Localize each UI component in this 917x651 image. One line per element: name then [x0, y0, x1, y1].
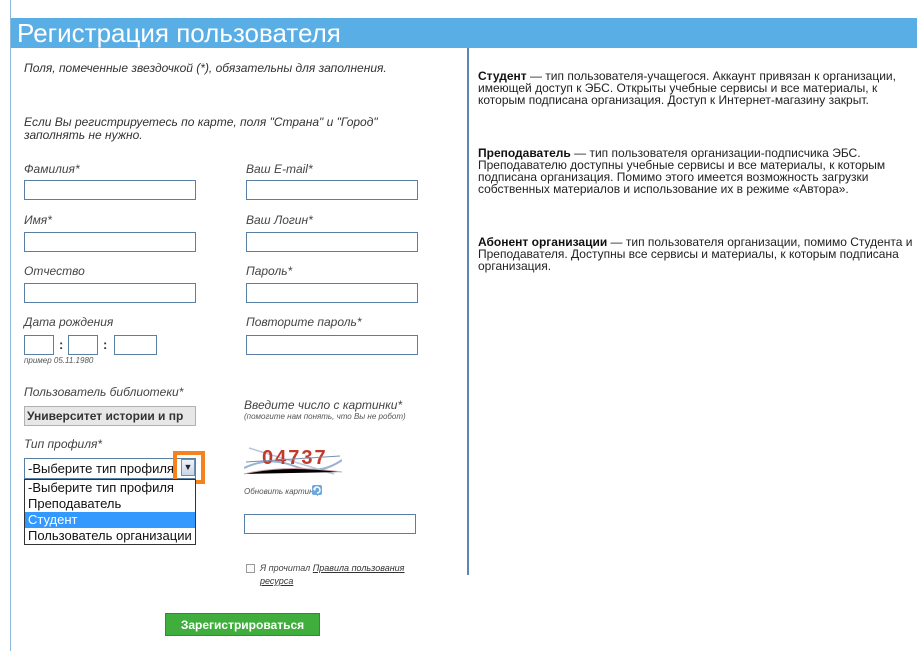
email-input[interactable] [246, 180, 418, 200]
teacher-description: Преподаватель — тип пользователя организ… [478, 147, 917, 195]
lastname-input[interactable] [24, 180, 196, 200]
captcha-image: 04737 [244, 438, 342, 480]
firstname-input[interactable] [24, 232, 196, 252]
page-title: Регистрация пользователя [11, 18, 917, 48]
library-user-label: Пользователь библиотеки* [24, 385, 184, 399]
password-label: Пароль* [246, 264, 293, 278]
profile-type-dropdown: -Выберите тип профиля Преподаватель Студ… [24, 479, 196, 545]
captcha-input[interactable] [244, 514, 416, 534]
captcha-text: 04737 [262, 447, 328, 469]
library-user-field[interactable]: Университет истории и пр [24, 406, 196, 426]
patronymic-input[interactable] [24, 283, 196, 303]
patronymic-label: Отчество [24, 264, 85, 278]
card-note: Если Вы регистрируетесь по карте, поля "… [24, 115, 378, 142]
birth-month-input[interactable] [68, 335, 98, 355]
firstname-label: Имя* [24, 213, 52, 227]
refresh-captcha-link[interactable]: Обновить картинку [244, 487, 321, 496]
captcha-hint: (помогите нам понять, что Вы не робот) [244, 412, 406, 421]
email-label: Ваш E-mail* [246, 162, 313, 176]
login-label: Ваш Логин* [246, 213, 313, 227]
lastname-label: Фамилия* [24, 162, 80, 176]
subscriber-description: Абонент организации — тип пользователя о… [478, 236, 917, 272]
date-separator: : [59, 337, 64, 352]
birth-year-input[interactable] [114, 335, 157, 355]
profile-type-select[interactable]: -Выберите тип профиля [24, 458, 196, 479]
password-input[interactable] [246, 283, 418, 303]
profile-option[interactable]: Пользователь организации [25, 528, 195, 544]
agree-text: Я прочитал Правила пользования ресурса [260, 562, 440, 588]
agree-label: Я прочитал [260, 563, 311, 573]
captcha-label: Введите число с картинки* [244, 398, 403, 412]
column-divider [467, 48, 469, 575]
agree-checkbox[interactable] [246, 564, 255, 573]
student-description: Студент — тип пользователя-учащегося. Ак… [478, 70, 917, 106]
refresh-icon[interactable] [311, 484, 323, 496]
profile-option[interactable]: -Выберите тип профиля [25, 480, 195, 496]
registration-page: Регистрация пользователя Поля, помеченны… [10, 0, 917, 651]
birthdate-hint: пример 05.11.1980 [24, 356, 94, 365]
password-repeat-input[interactable] [246, 335, 418, 355]
date-separator: : [103, 337, 108, 352]
login-input[interactable] [246, 232, 418, 252]
profile-type-label: Тип профиля* [24, 437, 103, 451]
birthdate-label: Дата рождения [24, 315, 114, 329]
profile-option[interactable]: Студент [25, 512, 195, 528]
profile-option[interactable]: Преподаватель [25, 496, 195, 512]
register-button[interactable]: Зарегистрироваться [165, 613, 320, 636]
password-repeat-label: Повторите пароль* [246, 315, 362, 329]
student-text: — тип пользователя-учащегося. Аккаунт пр… [478, 69, 896, 107]
required-note: Поля, помеченные звездочкой (*), обязате… [24, 61, 387, 75]
birth-day-input[interactable] [24, 335, 54, 355]
